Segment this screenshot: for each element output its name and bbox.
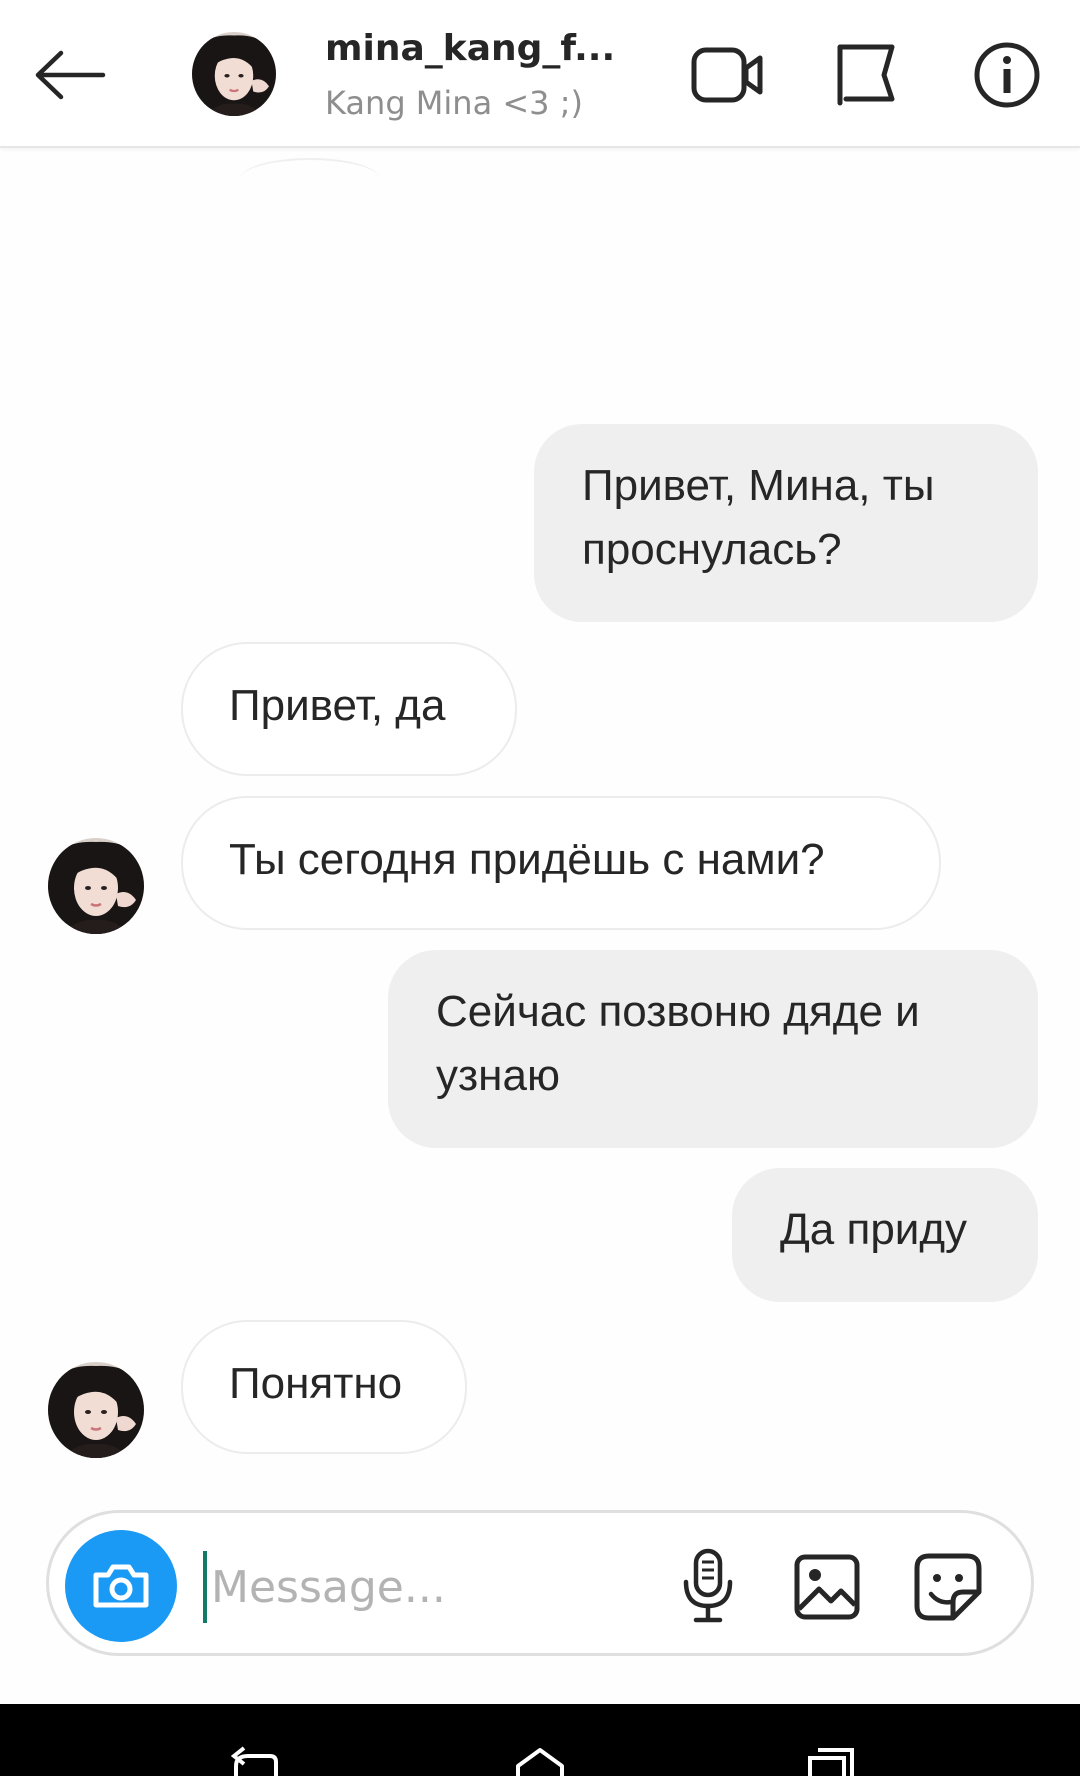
system-recents-button[interactable]: [770, 1704, 890, 1776]
message-text: Привет, Мина, ты проснулась?: [582, 461, 935, 574]
system-home-button[interactable]: [480, 1704, 600, 1776]
sender-avatar[interactable]: [48, 838, 144, 934]
message-thread[interactable]: Привет, Мина, ты проснулась? Привет, да …: [0, 148, 1080, 1488]
message-bubble-outgoing[interactable]: Да приду: [732, 1168, 1038, 1302]
message-input[interactable]: [203, 1551, 673, 1623]
message-bubble-outgoing[interactable]: Привет, Мина, ты проснулась?: [534, 424, 1038, 622]
back-button[interactable]: [28, 38, 112, 112]
sticker-icon: [914, 1553, 982, 1621]
chat-subtitle: Kang Mina <3 ;): [325, 84, 583, 122]
report-flag-button[interactable]: [820, 36, 910, 112]
avatar: [48, 1362, 144, 1458]
gallery-icon: [794, 1554, 860, 1620]
info-button[interactable]: [964, 36, 1050, 114]
message-bubble-incoming[interactable]: Понятно: [181, 1320, 467, 1454]
gallery-button[interactable]: [789, 1549, 865, 1625]
direct-message-screen: mina_kang_f... Kang Mina <3 ;) Привет, М: [0, 0, 1080, 1776]
home-icon: [516, 1748, 564, 1776]
message-text: Сейчас позвоню дяде и узнаю: [436, 987, 920, 1100]
message-text: Ты сегодня придёшь с нами?: [229, 835, 825, 884]
previous-content-edge: [240, 158, 380, 200]
info-icon: [974, 42, 1040, 108]
message-text: Понятно: [229, 1359, 403, 1408]
camera-icon: [93, 1564, 149, 1608]
voice-message-button[interactable]: [675, 1547, 741, 1625]
message-text: Да приду: [780, 1205, 968, 1254]
message-bubble-outgoing[interactable]: Сейчас позвоню дяде и узнаю: [388, 950, 1038, 1148]
microphone-icon: [683, 1548, 733, 1623]
sticker-button[interactable]: [909, 1549, 987, 1625]
flag-icon: [837, 44, 895, 106]
avatar: [48, 838, 144, 934]
sender-avatar[interactable]: [48, 1362, 144, 1458]
message-text: Привет, да: [229, 681, 446, 730]
recents-icon: [808, 1748, 854, 1776]
message-bubble-incoming[interactable]: Ты сегодня придёшь с нами?: [181, 796, 941, 930]
system-navigation-bar: [0, 1704, 1080, 1776]
avatar: [192, 32, 276, 116]
video-call-button[interactable]: [682, 38, 774, 112]
chat-username[interactable]: mina_kang_f...: [325, 28, 645, 69]
back-icon: [230, 1746, 278, 1776]
message-bubble-incoming[interactable]: Привет, да: [181, 642, 517, 776]
video-call-icon: [691, 47, 763, 103]
camera-button[interactable]: [65, 1530, 177, 1642]
message-composer: [46, 1510, 1034, 1656]
back-arrow-icon: [35, 50, 106, 100]
system-back-button[interactable]: [192, 1704, 312, 1776]
header-avatar[interactable]: [192, 32, 276, 116]
chat-header: mina_kang_f... Kang Mina <3 ;): [0, 0, 1080, 148]
